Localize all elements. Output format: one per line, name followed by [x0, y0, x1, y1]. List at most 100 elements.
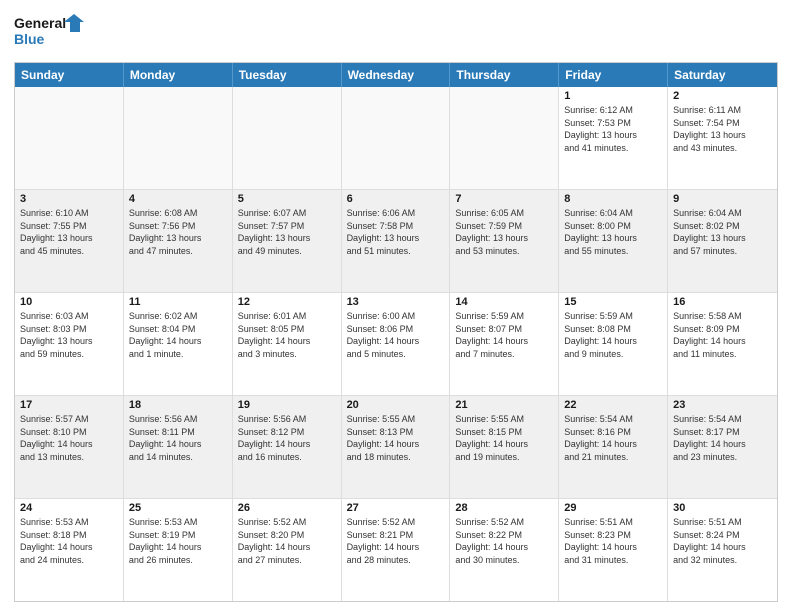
day-number-7: 7	[455, 193, 553, 205]
day-number-26: 26	[238, 502, 336, 514]
day-number-15: 15	[564, 296, 662, 308]
cell-info-25: Sunrise: 5:53 AMSunset: 8:19 PMDaylight:…	[129, 516, 227, 566]
cal-cell-26-4-2: 26 Sunrise: 5:52 AMSunset: 8:20 PMDayligh…	[233, 499, 342, 601]
day-number-14: 14	[455, 296, 553, 308]
cal-cell-10-2-0: 10 Sunrise: 6:03 AMSunset: 8:03 PMDayligh…	[15, 293, 124, 395]
cell-info-19: Sunrise: 5:56 AMSunset: 8:12 PMDaylight:…	[238, 413, 336, 463]
cell-info-30: Sunrise: 5:51 AMSunset: 8:24 PMDaylight:…	[673, 516, 772, 566]
cell-info-24: Sunrise: 5:53 AMSunset: 8:18 PMDaylight:…	[20, 516, 118, 566]
header-day-tuesday: Tuesday	[233, 63, 342, 87]
calendar-row-3: 17 Sunrise: 5:57 AMSunset: 8:10 PMDayligh…	[15, 395, 777, 498]
cal-cell-22-3-5: 22Sunrise: 5:54 AMSunset: 8:16 PMDayligh…	[559, 396, 668, 498]
day-number-16: 16	[673, 296, 772, 308]
cal-cell-1-0-5: 1Sunrise: 6:12 AMSunset: 7:53 PMDaylight…	[559, 87, 668, 189]
calendar-body: 1Sunrise: 6:12 AMSunset: 7:53 PMDaylight…	[15, 87, 777, 601]
header-day-wednesday: Wednesday	[342, 63, 451, 87]
logo-svg: General Blue	[14, 10, 84, 54]
cal-cell-15-2-5: 15 Sunrise: 5:59 AMSunset: 8:08 PMDayligh…	[559, 293, 668, 395]
day-number-29: 29	[564, 502, 662, 514]
cal-cell-empty-0-4	[450, 87, 559, 189]
day-number-8: 8	[564, 193, 662, 205]
day-number-5: 5	[238, 193, 336, 205]
cal-cell-empty-0-0	[15, 87, 124, 189]
cell-info-23: Sunrise: 5:54 AMSunset: 8:17 PMDaylight:…	[673, 413, 772, 463]
cal-cell-12-2-2: 12 Sunrise: 6:01 AMSunset: 8:05 PMDayligh…	[233, 293, 342, 395]
day-number-6: 6	[347, 193, 445, 205]
page: General Blue SundayMondayTuesdayWednesda…	[0, 0, 792, 612]
day-number-17: 17	[20, 399, 118, 411]
cal-cell-27-4-3: 27 Sunrise: 5:52 AMSunset: 8:21 PMDayligh…	[342, 499, 451, 601]
cal-cell-empty-0-1	[124, 87, 233, 189]
cal-cell-9-1-6: 9 Sunrise: 6:04 AMSunset: 8:02 PMDaylight…	[668, 190, 777, 292]
cal-cell-3-1-0: 3 Sunrise: 6:10 AMSunset: 7:55 PMDaylight…	[15, 190, 124, 292]
cell-info-5: Sunrise: 6:07 AMSunset: 7:57 PMDaylight:…	[238, 207, 336, 257]
cell-info-2: Sunrise: 6:11 AMSunset: 7:54 PMDaylight:…	[673, 104, 772, 154]
day-number-2: 2	[673, 90, 772, 102]
cell-info-27: Sunrise: 5:52 AMSunset: 8:21 PMDaylight:…	[347, 516, 445, 566]
day-number-24: 24	[20, 502, 118, 514]
cell-info-8: Sunrise: 6:04 AMSunset: 8:00 PMDaylight:…	[564, 207, 662, 257]
cal-cell-8-1-5: 8 Sunrise: 6:04 AMSunset: 8:00 PMDaylight…	[559, 190, 668, 292]
cal-cell-6-1-3: 6Sunrise: 6:06 AMSunset: 7:58 PMDaylight…	[342, 190, 451, 292]
logo: General Blue	[14, 10, 84, 54]
cell-info-15: Sunrise: 5:59 AMSunset: 8:08 PMDaylight:…	[564, 310, 662, 360]
calendar: SundayMondayTuesdayWednesdayThursdayFrid…	[14, 62, 778, 602]
day-number-3: 3	[20, 193, 118, 205]
day-number-20: 20	[347, 399, 445, 411]
cal-cell-13-2-3: 13Sunrise: 6:00 AMSunset: 8:06 PMDayligh…	[342, 293, 451, 395]
cal-cell-28-4-4: 28Sunrise: 5:52 AMSunset: 8:22 PMDayligh…	[450, 499, 559, 601]
cal-cell-empty-0-3	[342, 87, 451, 189]
cell-info-20: Sunrise: 5:55 AMSunset: 8:13 PMDaylight:…	[347, 413, 445, 463]
day-number-18: 18	[129, 399, 227, 411]
cell-info-3: Sunrise: 6:10 AMSunset: 7:55 PMDaylight:…	[20, 207, 118, 257]
header-day-friday: Friday	[559, 63, 668, 87]
header-day-monday: Monday	[124, 63, 233, 87]
header-day-thursday: Thursday	[450, 63, 559, 87]
cell-info-18: Sunrise: 5:56 AMSunset: 8:11 PMDaylight:…	[129, 413, 227, 463]
cell-info-28: Sunrise: 5:52 AMSunset: 8:22 PMDaylight:…	[455, 516, 553, 566]
cell-info-11: Sunrise: 6:02 AMSunset: 8:04 PMDaylight:…	[129, 310, 227, 360]
day-number-27: 27	[347, 502, 445, 514]
cal-cell-17-3-0: 17 Sunrise: 5:57 AMSunset: 8:10 PMDayligh…	[15, 396, 124, 498]
cal-cell-25-4-1: 25 Sunrise: 5:53 AMSunset: 8:19 PMDayligh…	[124, 499, 233, 601]
day-number-4: 4	[129, 193, 227, 205]
day-number-19: 19	[238, 399, 336, 411]
calendar-row-4: 24 Sunrise: 5:53 AMSunset: 8:18 PMDayligh…	[15, 498, 777, 601]
cal-cell-7-1-4: 7 Sunrise: 6:05 AMSunset: 7:59 PMDaylight…	[450, 190, 559, 292]
cal-cell-18-3-1: 18 Sunrise: 5:56 AMSunset: 8:11 PMDayligh…	[124, 396, 233, 498]
cal-cell-19-3-2: 19 Sunrise: 5:56 AMSunset: 8:12 PMDayligh…	[233, 396, 342, 498]
svg-text:Blue: Blue	[14, 31, 45, 47]
day-number-25: 25	[129, 502, 227, 514]
day-number-10: 10	[20, 296, 118, 308]
calendar-row-0: 1Sunrise: 6:12 AMSunset: 7:53 PMDaylight…	[15, 87, 777, 189]
cal-cell-20-3-3: 20 Sunrise: 5:55 AMSunset: 8:13 PMDayligh…	[342, 396, 451, 498]
cal-cell-29-4-5: 29Sunrise: 5:51 AMSunset: 8:23 PMDayligh…	[559, 499, 668, 601]
calendar-row-2: 10 Sunrise: 6:03 AMSunset: 8:03 PMDayligh…	[15, 292, 777, 395]
cell-info-26: Sunrise: 5:52 AMSunset: 8:20 PMDaylight:…	[238, 516, 336, 566]
day-number-11: 11	[129, 296, 227, 308]
header-day-sunday: Sunday	[15, 63, 124, 87]
cal-cell-16-2-6: 16 Sunrise: 5:58 AMSunset: 8:09 PMDayligh…	[668, 293, 777, 395]
day-number-12: 12	[238, 296, 336, 308]
cell-info-4: Sunrise: 6:08 AMSunset: 7:56 PMDaylight:…	[129, 207, 227, 257]
cal-cell-11-2-1: 11 Sunrise: 6:02 AMSunset: 8:04 PMDayligh…	[124, 293, 233, 395]
cell-info-9: Sunrise: 6:04 AMSunset: 8:02 PMDaylight:…	[673, 207, 772, 257]
header-day-saturday: Saturday	[668, 63, 777, 87]
day-number-30: 30	[673, 502, 772, 514]
cell-info-22: Sunrise: 5:54 AMSunset: 8:16 PMDaylight:…	[564, 413, 662, 463]
cal-cell-empty-0-2	[233, 87, 342, 189]
cal-cell-5-1-2: 5 Sunrise: 6:07 AMSunset: 7:57 PMDaylight…	[233, 190, 342, 292]
day-number-1: 1	[564, 90, 662, 102]
cell-info-14: Sunrise: 5:59 AMSunset: 8:07 PMDaylight:…	[455, 310, 553, 360]
cell-info-16: Sunrise: 5:58 AMSunset: 8:09 PMDaylight:…	[673, 310, 772, 360]
cell-info-10: Sunrise: 6:03 AMSunset: 8:03 PMDaylight:…	[20, 310, 118, 360]
day-number-9: 9	[673, 193, 772, 205]
calendar-header: SundayMondayTuesdayWednesdayThursdayFrid…	[15, 63, 777, 87]
cell-info-7: Sunrise: 6:05 AMSunset: 7:59 PMDaylight:…	[455, 207, 553, 257]
cal-cell-4-1-1: 4 Sunrise: 6:08 AMSunset: 7:56 PMDaylight…	[124, 190, 233, 292]
cell-info-12: Sunrise: 6:01 AMSunset: 8:05 PMDaylight:…	[238, 310, 336, 360]
cal-cell-2-0-6: 2 Sunrise: 6:11 AMSunset: 7:54 PMDaylight…	[668, 87, 777, 189]
cal-cell-24-4-0: 24 Sunrise: 5:53 AMSunset: 8:18 PMDayligh…	[15, 499, 124, 601]
cal-cell-21-3-4: 21Sunrise: 5:55 AMSunset: 8:15 PMDayligh…	[450, 396, 559, 498]
cell-info-17: Sunrise: 5:57 AMSunset: 8:10 PMDaylight:…	[20, 413, 118, 463]
